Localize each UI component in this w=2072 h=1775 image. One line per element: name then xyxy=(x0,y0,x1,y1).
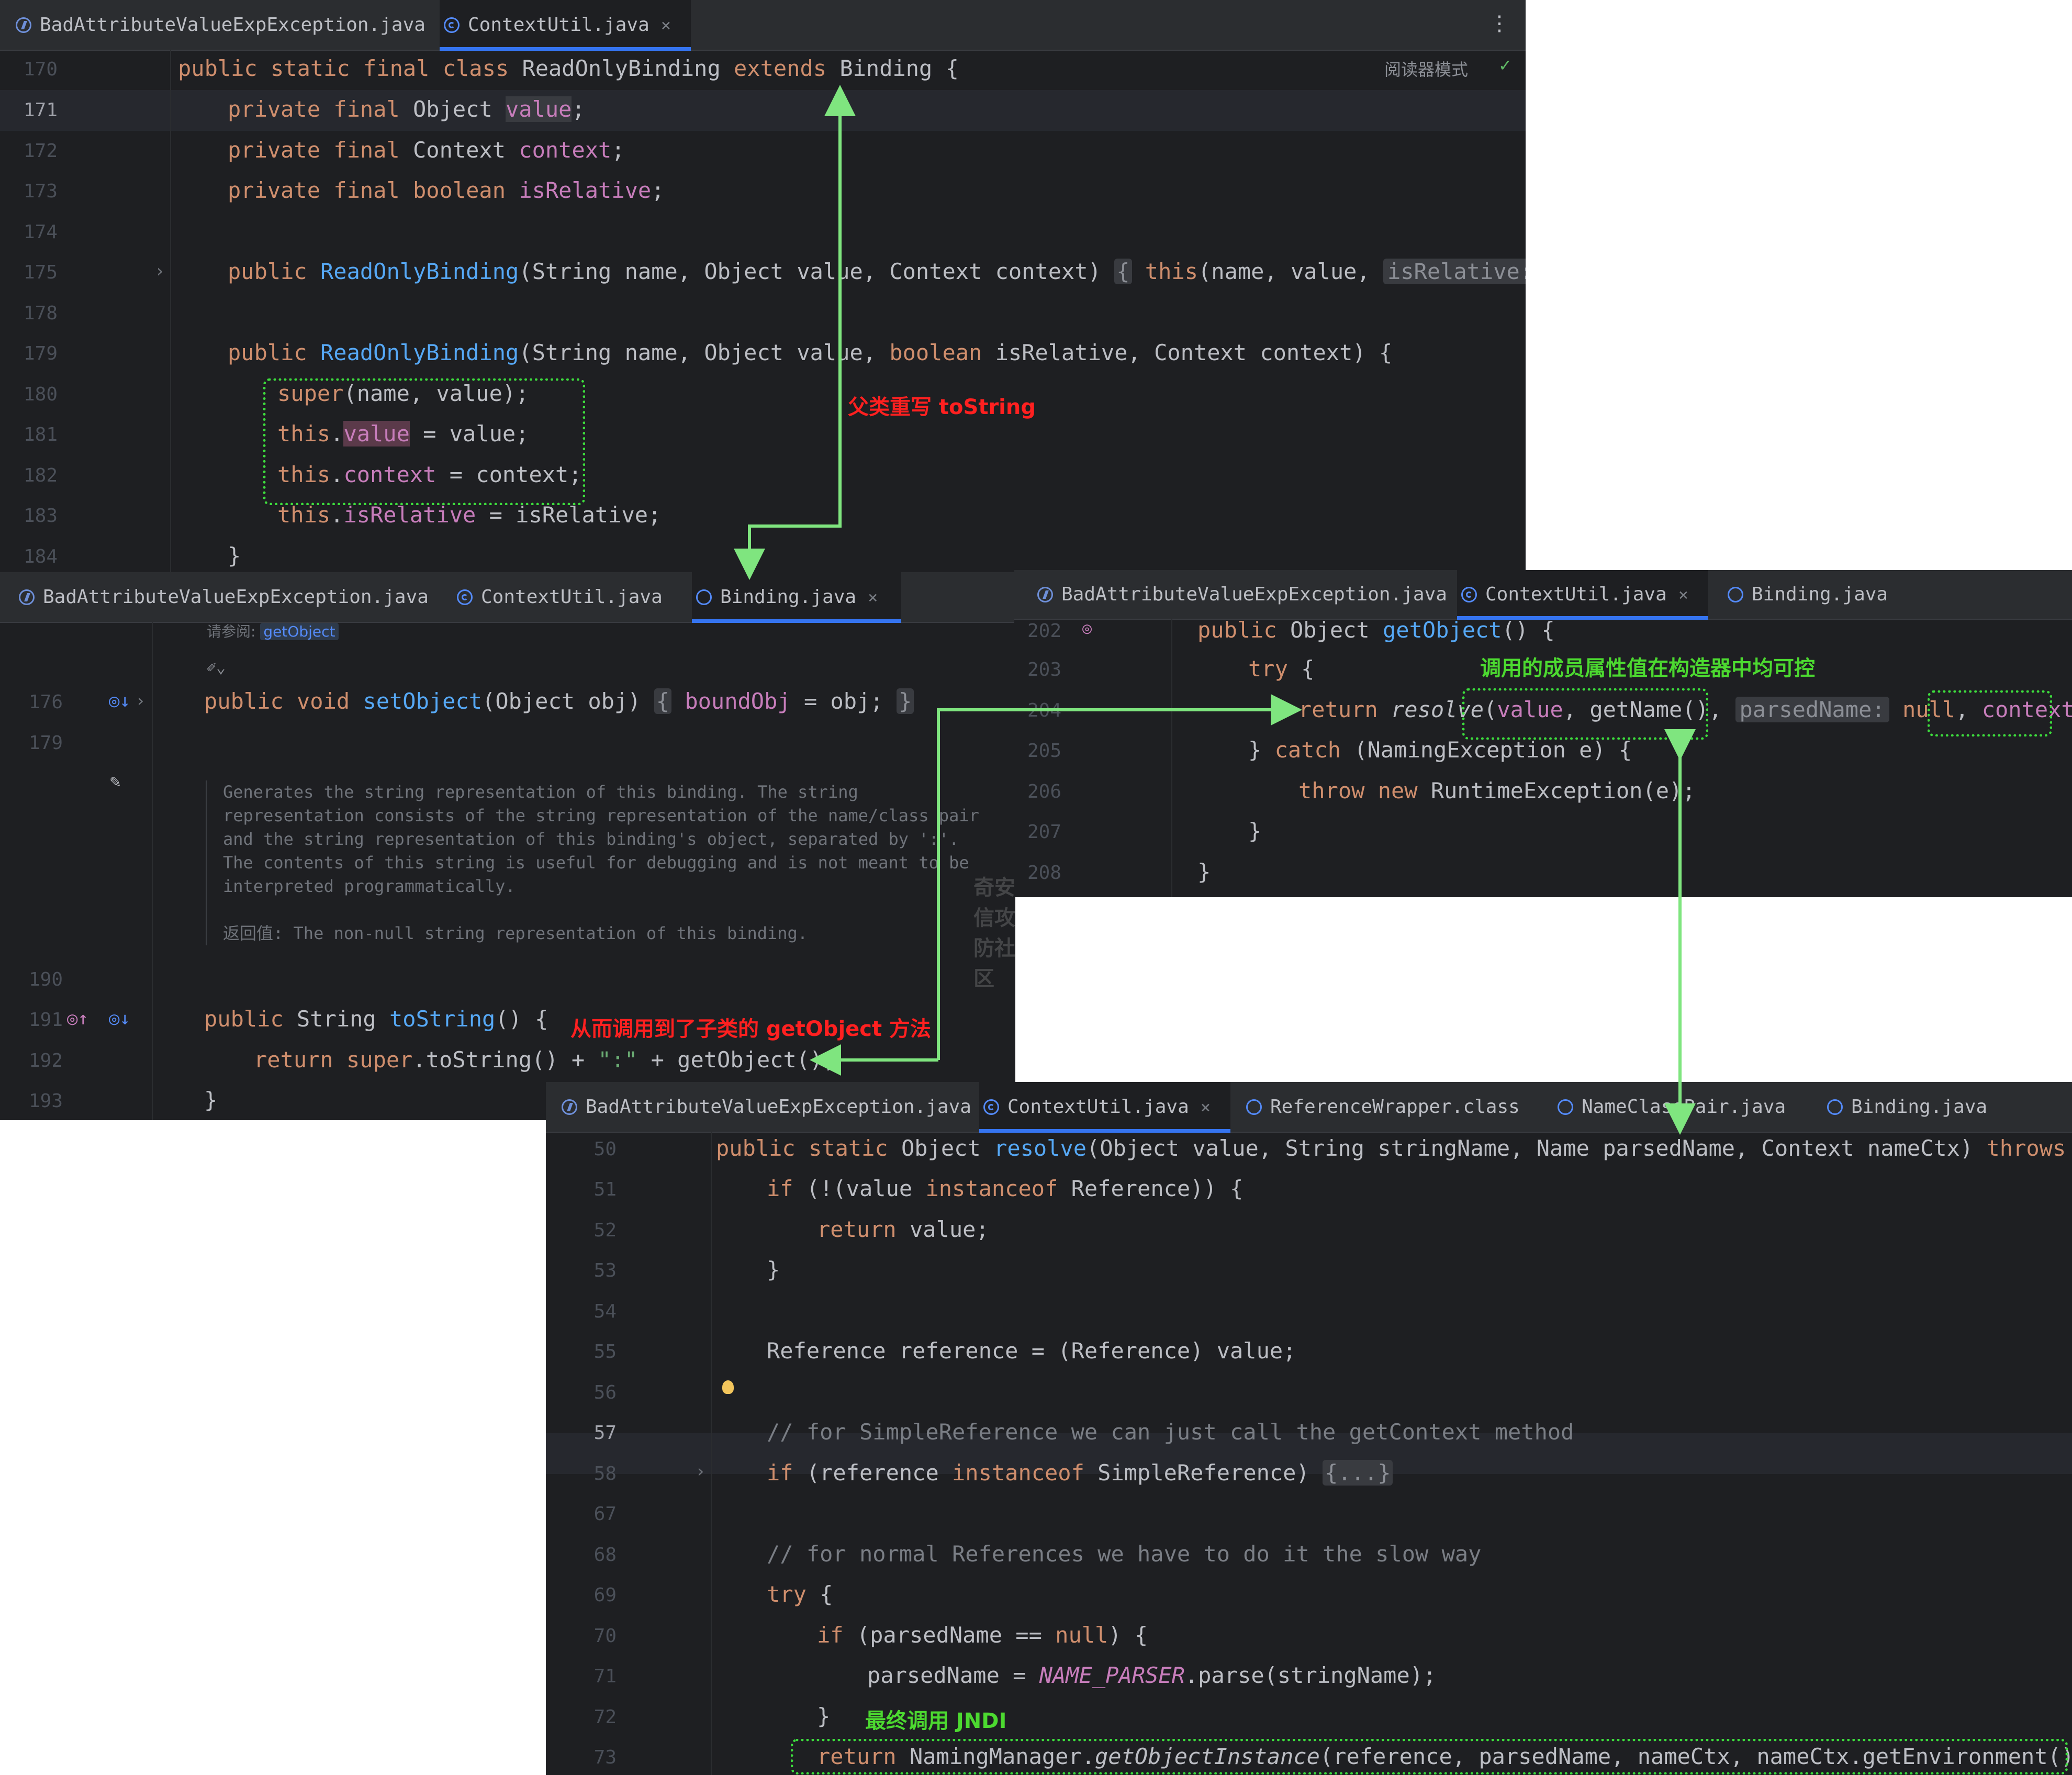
arrow-getobject-to-resolve xyxy=(937,694,1302,1060)
arrow-tostring-to-field xyxy=(748,85,856,576)
arrow-down-to-binding-tab xyxy=(734,524,840,580)
flow-arrows xyxy=(734,85,1696,1135)
